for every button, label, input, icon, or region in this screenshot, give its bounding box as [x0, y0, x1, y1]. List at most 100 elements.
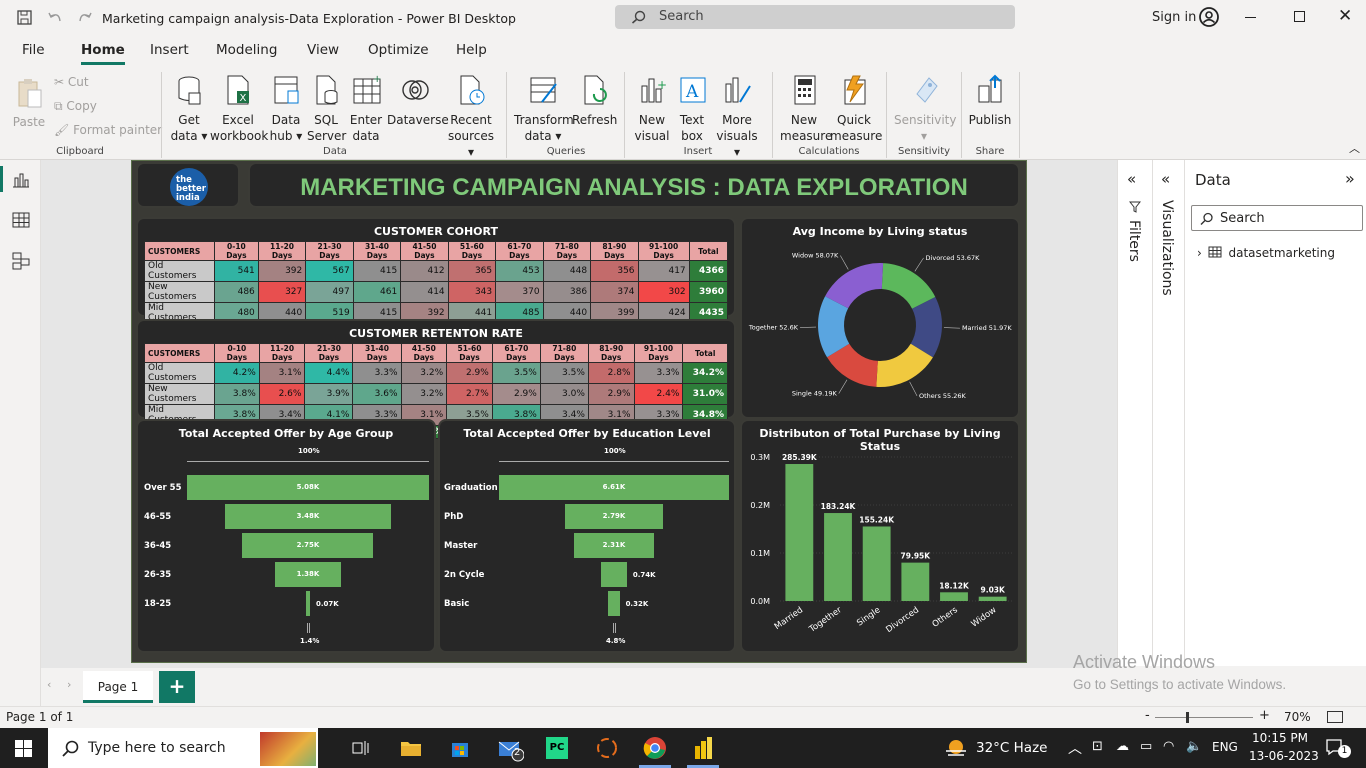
purchase-bar-chart[interactable]: 0.0M 0.1M 0.2M 0.3M 285.39K Married 183.24K Tog… [742, 441, 1018, 651]
publish-button[interactable]: Publish [968, 74, 1012, 128]
format-painter-button[interactable]: 🖌 Format painter [54, 123, 162, 137]
refresh-button[interactable]: Refresh [572, 74, 617, 128]
funnel-bar[interactable]: 3.48K [225, 504, 391, 529]
restore-button[interactable] [1294, 11, 1305, 22]
bar[interactable] [901, 562, 930, 601]
windows-start-icon[interactable] [15, 740, 32, 757]
add-page-button[interactable]: + [159, 671, 195, 703]
get-data-button[interactable]: Get data ▾ [168, 74, 210, 144]
report-view-icon[interactable] [12, 172, 30, 188]
zoom-out-button[interactable]: - [1145, 708, 1150, 723]
customer-cohort-card[interactable]: CUSTOMER COHORT CUSTOMERS 0-10 Days 11-20 … [136, 217, 736, 337]
cut-button[interactable]: ✂ Cut [54, 75, 89, 89]
funnel-education-card[interactable]: Total Accepted Offer by Education Level … [438, 419, 736, 653]
data-search-input[interactable]: Search [1191, 205, 1363, 231]
funnel-age-chart[interactable]: 100% Over 55 5.08K 46-55 3.48K 36-45 2.75K 26-3… [138, 421, 434, 651]
funnel-bar[interactable]: 2.31K [573, 533, 655, 558]
donut-card[interactable]: Avg Income by Living status Divorced 53.… [740, 217, 1020, 419]
account-icon[interactable] [1199, 7, 1219, 27]
funnel-bar[interactable]: 6.61K [499, 475, 729, 500]
funnel-bar[interactable]: 1.38K [275, 562, 341, 587]
transform-data-button[interactable]: Transform data ▾ [514, 74, 574, 144]
data-hub-button[interactable]: Data hub ▾ [267, 74, 305, 144]
save-icon[interactable] [17, 10, 33, 26]
funnel-age-card[interactable]: Total Accepted Offer by Age Group 100% Ov… [136, 419, 436, 653]
prev-page-icon[interactable]: ‹ [47, 678, 51, 691]
funnel-bar[interactable] [601, 562, 627, 587]
new-visual-button[interactable]: + New visual [632, 74, 672, 144]
model-view-icon[interactable] [12, 252, 30, 270]
redo-icon[interactable] [77, 10, 93, 26]
tray-app-icon[interactable]: ⊡ [1092, 739, 1103, 754]
tab-modeling[interactable]: Modeling [216, 42, 277, 58]
sql-server-button[interactable]: SQL Server [307, 74, 346, 144]
show-hidden-icons[interactable]: ︿ [1068, 738, 1082, 758]
bar[interactable] [785, 464, 814, 601]
fit-to-page-icon[interactable] [1327, 711, 1343, 723]
file-explorer-icon[interactable] [400, 739, 422, 757]
zoom-in-button[interactable]: + [1259, 708, 1270, 723]
expand-data-icon[interactable]: » [1345, 169, 1355, 188]
excel-workbook-button[interactable]: X Excel workbook [210, 74, 268, 144]
visualizations-label[interactable]: Visualizations [1159, 200, 1175, 296]
page-tab-1[interactable]: Page 1 [83, 671, 153, 703]
funnel-bar[interactable]: 2.75K [242, 533, 374, 558]
weather-text[interactable]: 32°C Haze [976, 740, 1047, 756]
funnel-bar[interactable]: 2.79K [565, 504, 663, 529]
collapse-ribbon-icon[interactable]: ︿ [1349, 140, 1360, 156]
undo-icon[interactable] [47, 10, 63, 26]
close-icon[interactable]: ✕ [1338, 6, 1352, 26]
funnel-bar[interactable] [306, 591, 310, 616]
zoom-slider-thumb[interactable] [1186, 712, 1189, 723]
next-page-icon[interactable]: › [67, 678, 71, 691]
paste-button[interactable]: Paste [12, 76, 46, 129]
table-row[interactable]: Old Customers 4.2% 3.1% 4.4% 3.3% 3.2% 2.9% 3.5… [144, 362, 728, 384]
dataverse-button[interactable]: Dataverse [387, 74, 449, 128]
search-box[interactable]: Search [615, 5, 1015, 29]
filters-label[interactable]: Filters [1126, 220, 1142, 262]
tab-home[interactable]: Home [81, 42, 125, 65]
zoom-level[interactable]: 70% [1284, 710, 1311, 724]
visualizations-pane[interactable]: « Visualizations [1152, 160, 1184, 666]
tab-view[interactable]: View [307, 42, 339, 58]
bar[interactable] [940, 592, 968, 601]
tab-help[interactable]: Help [456, 42, 487, 58]
bar[interactable] [862, 526, 891, 601]
copy-button[interactable]: ⧉ Copy [54, 99, 97, 114]
funnel-bar[interactable]: 5.08K [187, 475, 429, 500]
quick-measure-button[interactable]: Quick measure [830, 74, 882, 144]
taskbar-search[interactable]: Type here to search [48, 728, 318, 768]
clock-date[interactable]: 13-06-2023 [1249, 749, 1319, 763]
table-row[interactable]: New Customers 486 327 497 461 414 343 370 386 374… [144, 281, 729, 303]
donut-chart[interactable]: Divorced 53.67K Married 51.97K Others 55.2… [742, 239, 1018, 419]
text-box-button[interactable]: A Text box [673, 74, 711, 144]
bar[interactable] [824, 513, 852, 601]
power-bi-icon[interactable] [693, 736, 715, 760]
task-view-icon[interactable] [352, 740, 370, 756]
recorder-icon[interactable] [596, 737, 618, 759]
input-language[interactable]: ENG [1212, 740, 1238, 754]
zoom-slider[interactable] [1155, 717, 1253, 718]
minimize-button[interactable] [1245, 8, 1265, 22]
onedrive-icon[interactable]: ☁ [1116, 739, 1129, 754]
filters-pane[interactable]: « Filters [1117, 160, 1152, 666]
pycharm-icon[interactable]: PC [546, 737, 568, 759]
new-measure-button[interactable]: New measure [780, 74, 832, 144]
funnel-bar[interactable] [608, 591, 620, 616]
funnel-education-chart[interactable]: 100% Graduation 6.61K PhD 2.79K Master 2.31K 2n… [440, 421, 734, 651]
tab-optimize[interactable]: Optimize [368, 42, 429, 58]
table-row[interactable]: Old Customers 541 392 567 415 412 365 453 448 356… [144, 260, 729, 282]
enter-data-button[interactable]: + Enter data [347, 74, 385, 144]
table-row[interactable]: New Customers 3.8% 2.6% 3.9% 3.6% 3.2% 2.7% 2.9… [144, 383, 728, 405]
chrome-icon[interactable] [643, 736, 667, 760]
tab-insert[interactable]: Insert [150, 42, 189, 58]
collapse-filters-icon[interactable]: « [1127, 170, 1136, 188]
volume-icon[interactable]: 🔈 [1186, 739, 1202, 754]
battery-icon[interactable]: ▭ [1140, 739, 1152, 754]
recent-sources-button[interactable]: Recent sources ▾ [445, 74, 497, 160]
retention-rate-card[interactable]: CUSTOMER RETENTON RATE CUSTOMERS 0-10 Day… [136, 319, 736, 439]
sign-in-link[interactable]: Sign in [1152, 10, 1196, 25]
table-view-icon[interactable] [12, 212, 30, 228]
clock-time[interactable]: 10:15 PM [1252, 731, 1308, 745]
bar-card[interactable]: Distributon of Total Purchase by Living … [740, 419, 1020, 653]
